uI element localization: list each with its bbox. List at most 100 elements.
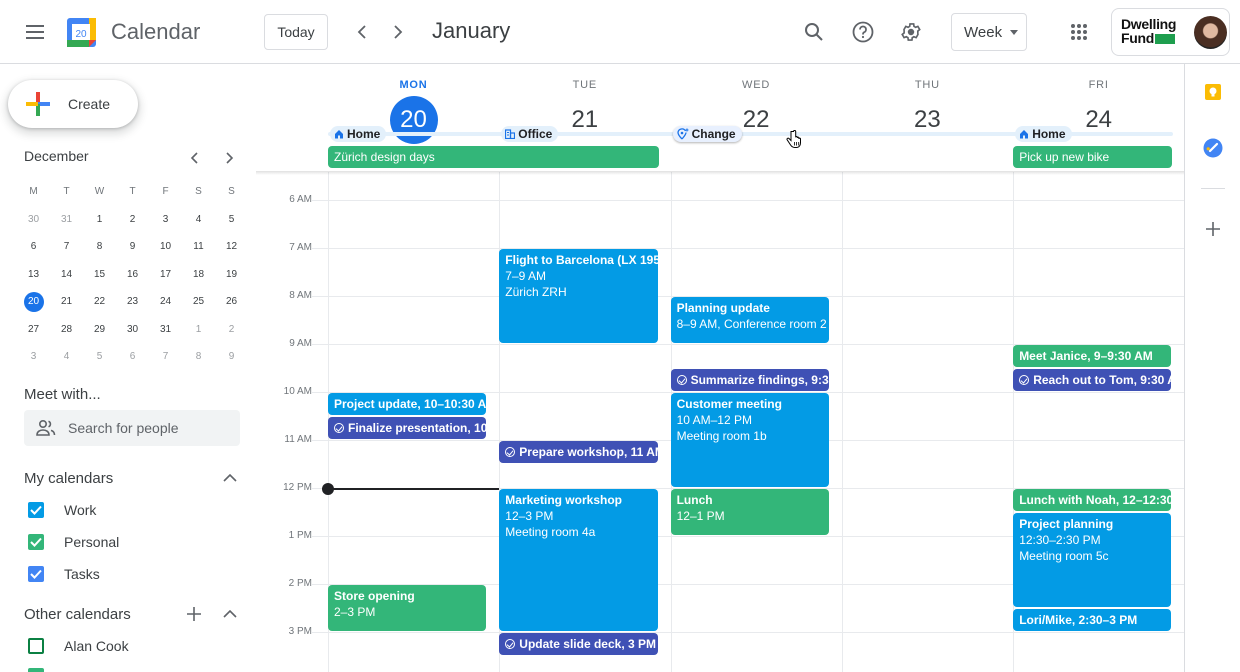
day-number-button[interactable]: 20: [389, 96, 438, 144]
day-number-button[interactable]: 21: [561, 96, 609, 144]
mini-calendar-day[interactable]: 18: [182, 261, 215, 289]
mini-calendar-day[interactable]: 22: [83, 288, 116, 316]
mini-calendar-day[interactable]: 29: [83, 316, 116, 344]
day-number-button[interactable]: 23: [903, 96, 951, 144]
mini-calendar-day[interactable]: 4: [50, 343, 83, 371]
calendar-checkbox[interactable]: [28, 638, 44, 654]
get-addons-button[interactable]: [1201, 217, 1225, 241]
chevron-right-icon: [394, 25, 403, 39]
calendar-event[interactable]: Store opening 2–3 PM: [328, 585, 487, 631]
calendar-event[interactable]: Customer meeting 10 AM–12 PM Meeting room …: [670, 393, 829, 487]
calendar-event[interactable]: Lori/Mike, 2:30–3 PM: [1013, 609, 1172, 631]
mini-calendar-day[interactable]: 30: [17, 206, 50, 234]
mini-calendar-day[interactable]: 3: [149, 206, 182, 234]
previous-week-button[interactable]: [350, 20, 374, 44]
mini-calendar-day[interactable]: 19: [215, 261, 248, 289]
mini-calendar-day[interactable]: 1: [83, 206, 116, 234]
mini-calendar-day[interactable]: 9: [116, 233, 149, 261]
calendar-item[interactable]: Tasks: [24, 560, 240, 588]
mini-calendar-day[interactable]: 1: [182, 316, 215, 344]
mini-calendar-day[interactable]: 31: [149, 316, 182, 344]
search-people-input[interactable]: Search for people: [24, 410, 240, 446]
calendar-checkbox[interactable]: [28, 534, 44, 550]
tasks-button[interactable]: [1201, 136, 1225, 160]
task-event[interactable]: Reach out to Tom, 9:30 AM: [1013, 369, 1172, 391]
calendar-event[interactable]: Marketing workshop 12–3 PM Meeting room 4a: [499, 489, 658, 631]
task-event[interactable]: Update slide deck, 3 PM: [499, 633, 658, 655]
mini-calendar-day[interactable]: 30: [116, 316, 149, 344]
calendar-item[interactable]: Personal: [24, 528, 240, 556]
today-button[interactable]: Today: [264, 14, 328, 50]
mini-calendar-day[interactable]: 2: [215, 316, 248, 344]
working-location-chip[interactable]: Change: [672, 126, 742, 142]
mini-calendar-day[interactable]: 17: [149, 261, 182, 289]
calendar-event[interactable]: Lunch with Noah, 12–12:30 PM: [1013, 489, 1172, 511]
mini-calendar-day[interactable]: 11: [182, 233, 215, 261]
calendar-item[interactable]: Alan Cook: [24, 632, 240, 660]
calendar-event[interactable]: Meet Janice, 9–9:30 AM: [1013, 345, 1172, 367]
avatar[interactable]: [1194, 16, 1227, 49]
time-grid[interactable]: 6 AM 7 AM 8 AM 9 AM 10 AM 11 AM 12 PM 1 PM 2 PM 3…: [256, 172, 1184, 672]
calendar-event[interactable]: Project update, 10–10:30 AM: [328, 393, 487, 415]
mini-calendar-day[interactable]: 7: [149, 343, 182, 371]
mini-calendar-day[interactable]: 27: [17, 316, 50, 344]
mini-calendar-day[interactable]: 8: [182, 343, 215, 371]
mini-calendar-day[interactable]: 28: [50, 316, 83, 344]
all-day-event[interactable]: Zürich design days: [328, 146, 659, 168]
task-event[interactable]: Summarize findings, 9:30 AM: [670, 369, 829, 391]
mini-calendar-day[interactable]: 20: [17, 288, 50, 316]
settings-button[interactable]: [897, 18, 925, 46]
mini-calendar-day[interactable]: 14: [50, 261, 83, 289]
mini-calendar-day[interactable]: 5: [83, 343, 116, 371]
mini-calendar-day[interactable]: 4: [182, 206, 215, 234]
search-button[interactable]: [800, 18, 828, 46]
help-button[interactable]: [849, 18, 877, 46]
view-selector[interactable]: Week: [951, 13, 1027, 51]
working-location-label: Change: [691, 127, 736, 141]
mini-calendar-day[interactable]: 9: [215, 343, 248, 371]
add-other-calendar-button[interactable]: [184, 604, 204, 624]
calendar-event[interactable]: Flight to Barcelona (LX 1952) 7–9 AM Züric…: [499, 249, 658, 343]
my-calendars-collapse-button[interactable]: [220, 468, 240, 488]
mini-calendar-day[interactable]: 13: [17, 261, 50, 289]
calendar-item[interactable]: Work: [24, 496, 240, 524]
calendar-event[interactable]: Planning update 8–9 AM, Conference room 2: [670, 297, 829, 343]
mini-calendar-day[interactable]: 31: [50, 206, 83, 234]
calendar-event[interactable]: Lunch 12–1 PM: [670, 489, 829, 535]
task-event[interactable]: Finalize presentation, 10:30 AM: [328, 417, 487, 439]
working-location-chip[interactable]: Home: [1015, 126, 1072, 142]
mini-calendar-day[interactable]: 8: [83, 233, 116, 261]
calendar-checkbox[interactable]: [28, 566, 44, 582]
task-event[interactable]: Prepare workshop, 11 AM: [499, 441, 658, 463]
mini-calendar-day[interactable]: 15: [83, 261, 116, 289]
account-switcher[interactable]: Dwelling Fund: [1111, 8, 1230, 56]
apps-button[interactable]: [1065, 18, 1093, 46]
mini-calendar-day[interactable]: 26: [215, 288, 248, 316]
mini-calendar-day[interactable]: 3: [17, 343, 50, 371]
working-location-chip[interactable]: Office: [501, 126, 559, 142]
other-calendars-collapse-button[interactable]: [220, 604, 240, 624]
next-week-button[interactable]: [386, 20, 410, 44]
mini-calendar-day[interactable]: 6: [116, 343, 149, 371]
create-button[interactable]: Create: [8, 80, 138, 128]
day-number-button[interactable]: 24: [1075, 96, 1123, 144]
mini-calendar-day[interactable]: 24: [149, 288, 182, 316]
mini-calendar-day[interactable]: 2: [116, 206, 149, 234]
mini-calendar-day[interactable]: 21: [50, 288, 83, 316]
mini-calendar-day[interactable]: 25: [182, 288, 215, 316]
mini-calendar-day[interactable]: 12: [215, 233, 248, 261]
mini-calendar-day[interactable]: 6: [17, 233, 50, 261]
mini-calendar-day[interactable]: 7: [50, 233, 83, 261]
mini-calendar-next-button[interactable]: [218, 146, 242, 170]
mini-calendar-day[interactable]: 23: [116, 288, 149, 316]
calendar-checkbox[interactable]: [28, 502, 44, 518]
keep-button[interactable]: [1201, 80, 1225, 104]
mini-calendar-day[interactable]: 10: [149, 233, 182, 261]
calendar-event[interactable]: Project planning 12:30–2:30 PM Meeting roo…: [1013, 513, 1172, 607]
mini-calendar-prev-button[interactable]: [182, 146, 206, 170]
working-location-chip[interactable]: Home: [330, 126, 387, 142]
all-day-event[interactable]: Pick up new bike: [1013, 146, 1173, 168]
mini-calendar-day[interactable]: 5: [215, 206, 248, 234]
mini-calendar-day[interactable]: 16: [116, 261, 149, 289]
main-menu-button[interactable]: [20, 16, 52, 48]
